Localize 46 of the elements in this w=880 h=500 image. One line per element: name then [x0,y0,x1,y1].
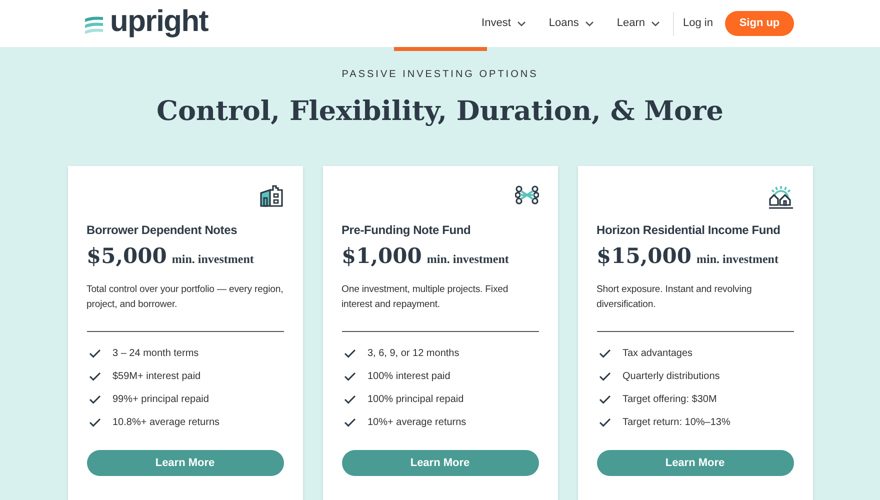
feature-text: Target offering: $30M [622,393,717,407]
feature-text: 10.8%+ average returns [112,416,220,430]
feature-text: 3, 6, 9, or 12 months [368,347,460,361]
check-icon [598,395,610,404]
check-icon [344,372,356,381]
feature-text: Quarterly distributions [622,370,720,384]
check-icon [344,418,356,427]
price: $5,000 [86,242,167,270]
card-description: Total control over your portfolio — every region, project, and borrower. [86,283,284,312]
card-title: Horizon Residential Income Fund [596,222,782,238]
check-icon [598,418,610,427]
logo-text[interactable]: upright [110,6,208,36]
check-icon [88,372,100,381]
section-heading: Control, Flexibility, Duration, & More [156,95,724,129]
feature-text: 3 – 24 month terms [112,347,199,361]
check-icon [344,349,356,358]
price: $15,000 [596,242,692,270]
price-suffix: min. investment [426,250,509,268]
feature-text: 100% principal repaid [368,393,464,407]
card-description: Short exposure. Instant and revolving diversification. [596,283,753,312]
card-title: Borrower Dependent Notes [86,222,238,238]
section-eyebrow: PASSIVE INVESTING OPTIONS [340,68,540,82]
price-suffix: min. investment [696,250,778,268]
check-icon [88,349,100,358]
check-icon [88,395,100,404]
feature-text: 10%+ average returns [368,416,466,430]
check-icon [344,395,356,404]
nav-link[interactable]: Learn [616,15,660,32]
feature-text: $59M+ interest paid [112,370,201,384]
check-icon [88,418,100,427]
building-icon [260,184,284,206]
network-icon [514,184,538,204]
price-suffix: min. investment [172,250,254,268]
login-link[interactable]: Log in [683,15,713,32]
card-description: One investment, multiple projects. Fixed interest and repayment. [342,283,510,312]
feature-text: Target return: 10%–13% [622,416,730,430]
nav-link[interactable]: Invest [482,15,526,32]
card-title: Pre-Funding Note Fund [342,222,472,238]
check-icon [598,349,610,358]
nav-link[interactable]: Loans [548,15,594,32]
price: $1,000 [342,242,422,270]
check-icon [598,372,610,381]
houses-icon [768,184,794,208]
feature-text: 99%+ principal repaid [112,393,209,407]
feature-text: Tax advantages [622,347,693,361]
feature-text: 100% interest paid [368,370,450,384]
